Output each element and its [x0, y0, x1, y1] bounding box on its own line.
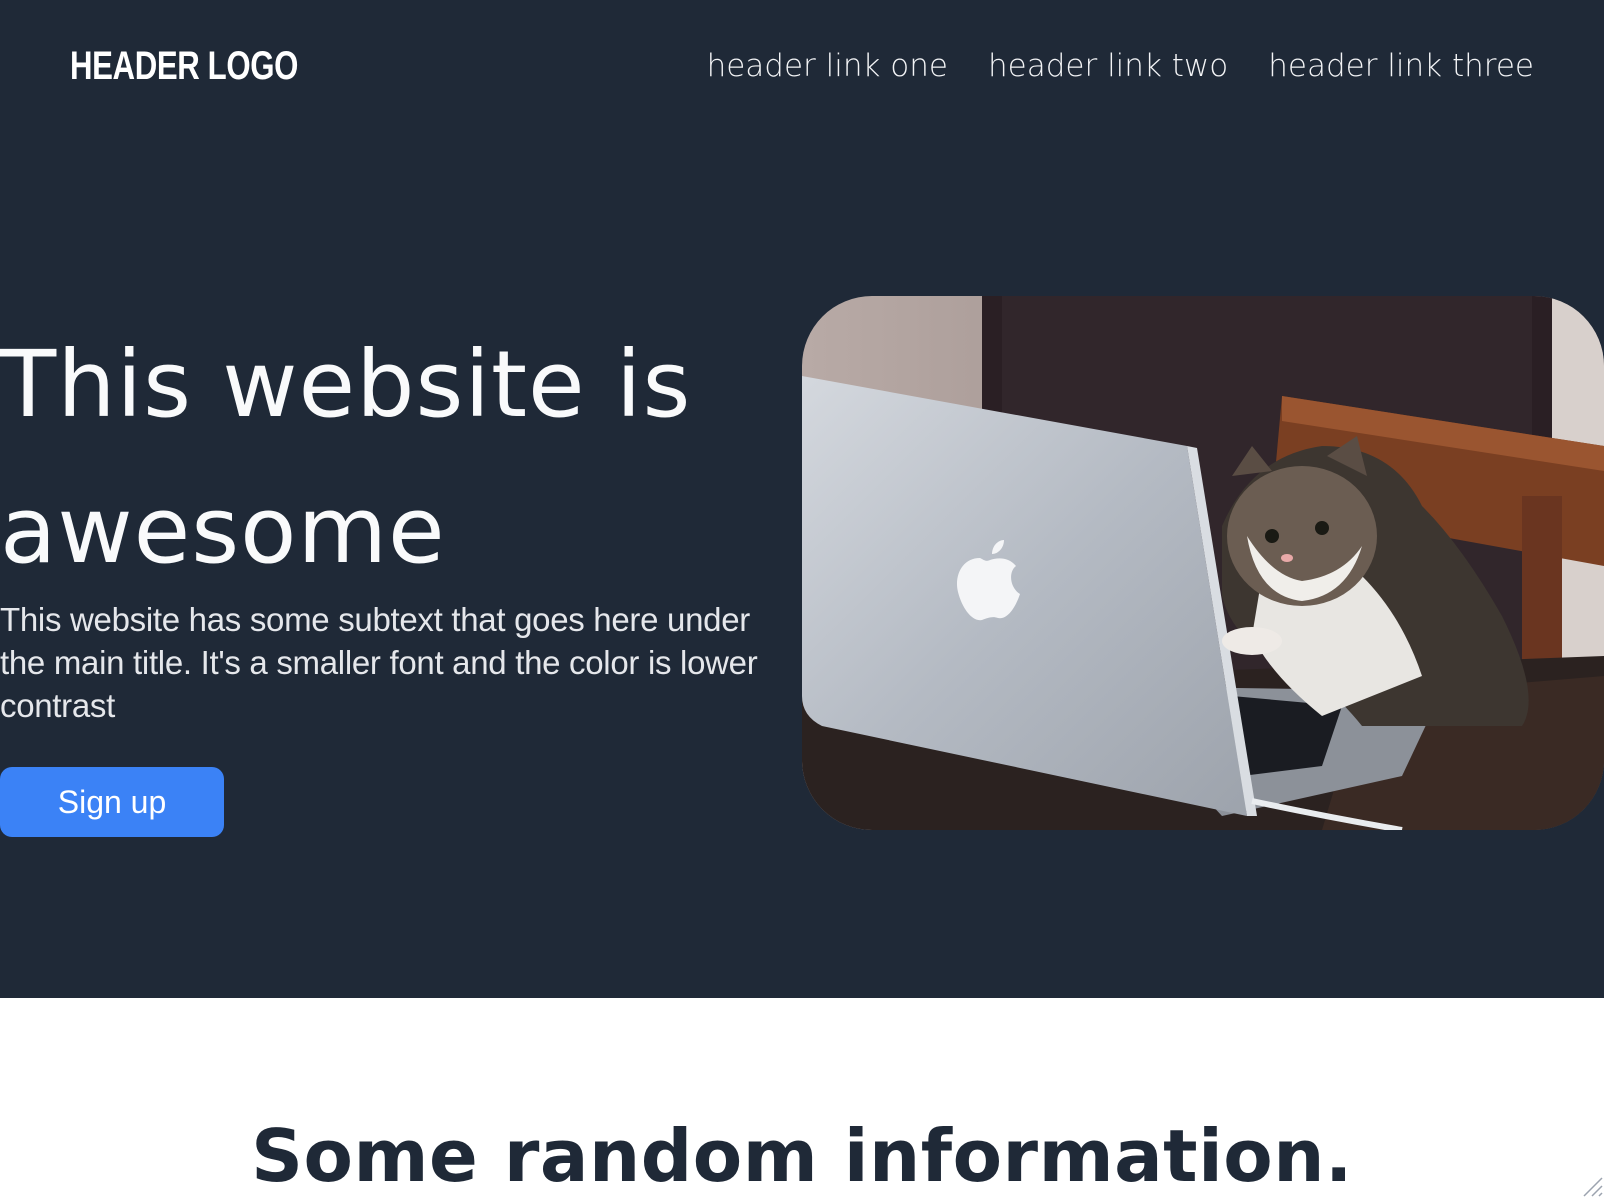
hero-image: [802, 296, 1604, 830]
hero-title: This website is awesome: [0, 331, 692, 584]
header-logo[interactable]: HEADER LOGO: [70, 38, 298, 94]
resize-grip-icon[interactable]: [1580, 1174, 1604, 1198]
header-nav: header link one header link two header l…: [707, 44, 1534, 88]
header-link-two[interactable]: header link two: [988, 44, 1228, 88]
cat-laptop-photo-icon: [802, 296, 1604, 830]
hero-subtext: This website has some subtext that goes …: [0, 601, 758, 724]
header-link-one[interactable]: header link one: [707, 44, 948, 88]
sign-up-button[interactable]: Sign up: [0, 767, 224, 837]
info-title: Some random information.: [251, 1114, 1353, 1198]
hero-section: HEADER LOGO header link one header link …: [0, 0, 1604, 998]
page: HEADER LOGO header link one header link …: [0, 0, 1604, 1198]
header-link-three[interactable]: header link three: [1268, 44, 1534, 88]
